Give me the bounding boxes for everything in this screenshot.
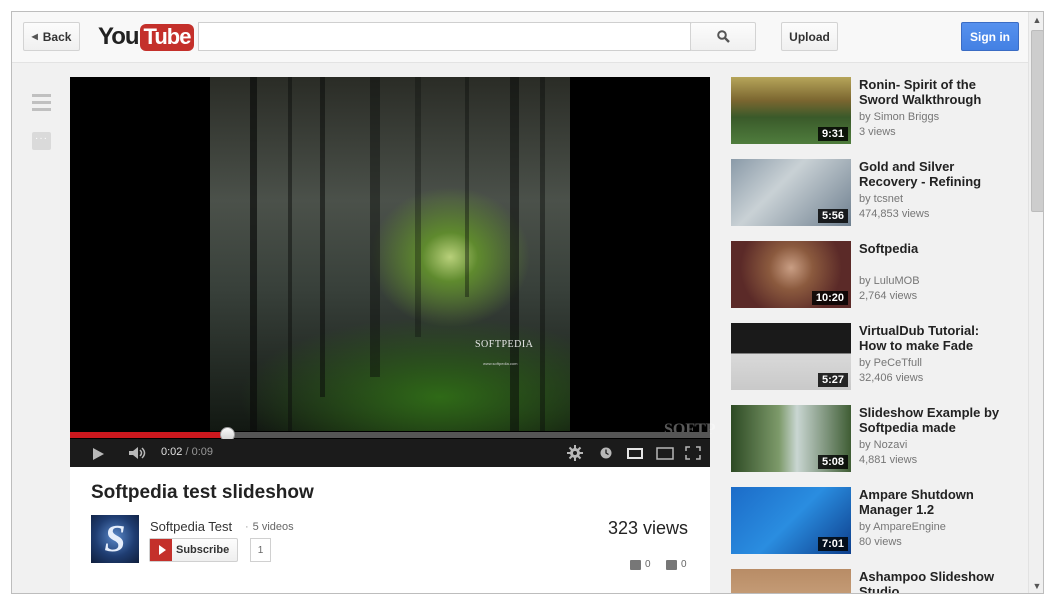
duration-badge: 5:27 [817,373,848,387]
video-info-panel: Softpedia test slideshow S Softpedia Tes… [70,467,710,593]
related-channel: by LuluMOB [859,275,920,287]
upload-button[interactable]: Upload [781,22,838,51]
like-button[interactable]: 0 [630,559,651,570]
search-input[interactable] [198,22,691,51]
youtube-page: ◀ Back You Tube Upload Sign in ··· SOFTP… [12,12,1028,593]
video-player[interactable]: SOFTPEDIA www.softpedia.com SOFTP 0:02 / [70,77,716,467]
masthead: ◀ Back You Tube Upload Sign in [12,12,1028,63]
vertical-scrollbar[interactable]: ▲ ▼ [1028,12,1043,593]
subscribe-label: Subscribe [176,544,230,556]
related-views: 80 views [859,536,902,548]
channel-name-link[interactable]: Softpedia Test [150,519,232,534]
related-video-item[interactable]: 10:20 Softpedia by LuluMOB 2,764 views [731,241,1011,311]
small-player-icon[interactable] [627,448,643,459]
related-title[interactable]: Gold and Silver Recovery - Refining [859,159,1009,189]
related-views: 3 views [859,126,896,138]
like-count: 0 [645,559,651,570]
related-thumbnail[interactable]: 5:56 [731,159,851,226]
duration-badge: 10:20 [811,291,848,305]
related-title[interactable]: Ampare Shutdown Manager 1.2 [859,487,1009,517]
related-title[interactable]: Softpedia [859,241,1009,256]
current-time: 0:02 [161,446,183,458]
logo-you-text: You [98,23,140,50]
related-thumbnail[interactable]: 5:08 [731,405,851,472]
duration: 0:09 [191,446,214,458]
related-thumbnail[interactable]: 5:27 [731,323,851,390]
related-title[interactable]: Ronin- Spirit of the Sword Walkthrough [859,77,1009,107]
related-video-item[interactable]: 5:08 Slideshow Example by Softpedia made… [731,405,1011,475]
play-icon[interactable] [91,447,105,461]
duration-badge: 5:08 [817,455,848,469]
back-label: Back [42,29,72,44]
related-views: 2,764 views [859,290,918,302]
time-separator: / [185,446,189,458]
settings-gear-icon[interactable] [567,445,583,461]
related-channel: by tcsnet [859,193,904,205]
related-title[interactable]: Slideshow Example by Softpedia made [859,405,1009,435]
thumbs-up-icon [630,559,641,570]
related-channel: by PeCeTfull [859,357,922,369]
related-views: 4,881 views [859,454,918,466]
thumbs-down-icon [666,559,677,570]
scroll-up-arrow-icon[interactable]: ▲ [1029,12,1043,29]
dislike-button[interactable]: 0 [666,559,687,570]
video-title: Softpedia test slideshow [91,482,314,503]
progress-bar[interactable] [70,427,710,442]
related-thumbnail[interactable]: 7:01 [731,487,851,554]
duration-badge: 7:01 [817,537,848,551]
channel-avatar[interactable]: S [91,515,139,563]
related-video-item[interactable]: 5:56 Gold and Silver Recovery - Refining… [731,159,1011,229]
video-frame-forest-image: SOFTPEDIA www.softpedia.com [210,77,570,431]
watch-later-clock-icon[interactable] [600,447,612,459]
related-video-item[interactable]: Ashampoo Slideshow Studio [731,569,1011,593]
related-video-item[interactable]: 9:31 Ronin- Spirit of the Sword Walkthro… [731,77,1011,147]
related-thumbnail[interactable] [731,569,851,593]
related-views: 32,406 views [859,372,924,384]
related-channel: by Simon Briggs [859,111,940,123]
sign-in-button[interactable]: Sign in [961,22,1019,51]
back-button[interactable]: ◀ Back [23,22,80,51]
duration-badge: 5:56 [817,209,848,223]
subscribe-button[interactable]: Subscribe [149,538,239,562]
softpedia-watermark-url: www.softpedia.com [483,361,518,366]
channel-video-count: · 5 videos [245,521,294,533]
related-video-item[interactable]: 5:27 VirtualDub Tutorial: How to make Fa… [731,323,1011,393]
fullscreen-icon[interactable] [685,446,701,460]
related-thumbnail[interactable]: 10:20 [731,241,851,308]
logo-tube-text: Tube [139,23,195,51]
player-controls: 0:02 / 0:09 [70,439,710,467]
search-icon [716,30,730,43]
related-video-item[interactable]: 7:01 Ampare Shutdown Manager 1.2 by Ampa… [731,487,1011,557]
softpedia-watermark: SOFTPEDIA [475,339,534,350]
duration-badge: 9:31 [817,127,848,141]
view-count: 323 views [607,518,688,538]
dislike-count: 0 [681,559,687,570]
search-button[interactable] [690,22,756,51]
youtube-logo[interactable]: You Tube [98,23,195,51]
chevron-left-icon: ◀ [31,32,38,41]
subscriber-count: 1 [250,538,271,562]
related-channel: by AmpareEngine [859,521,946,533]
scrollbar-thumb[interactable] [1031,30,1043,212]
related-title[interactable]: Ashampoo Slideshow Studio [859,569,1009,593]
progress-fill [70,432,227,438]
related-title[interactable]: VirtualDub Tutorial: How to make Fade [859,323,1009,353]
browser-window: ◀ Back You Tube Upload Sign in ··· SOFTP… [11,11,1044,594]
time-display: 0:02 / 0:09 [161,446,213,458]
volume-icon[interactable] [128,446,148,460]
scroll-down-arrow-icon[interactable]: ▼ [1029,578,1043,593]
related-channel: by Nozavi [859,439,908,451]
related-thumbnail[interactable]: 9:31 [731,77,851,144]
youtube-play-icon [150,539,172,561]
guide-menu-icon[interactable] [32,94,51,112]
large-player-icon[interactable] [656,447,674,460]
more-icon[interactable]: ··· [32,132,51,150]
related-views: 474,853 views [859,208,930,220]
